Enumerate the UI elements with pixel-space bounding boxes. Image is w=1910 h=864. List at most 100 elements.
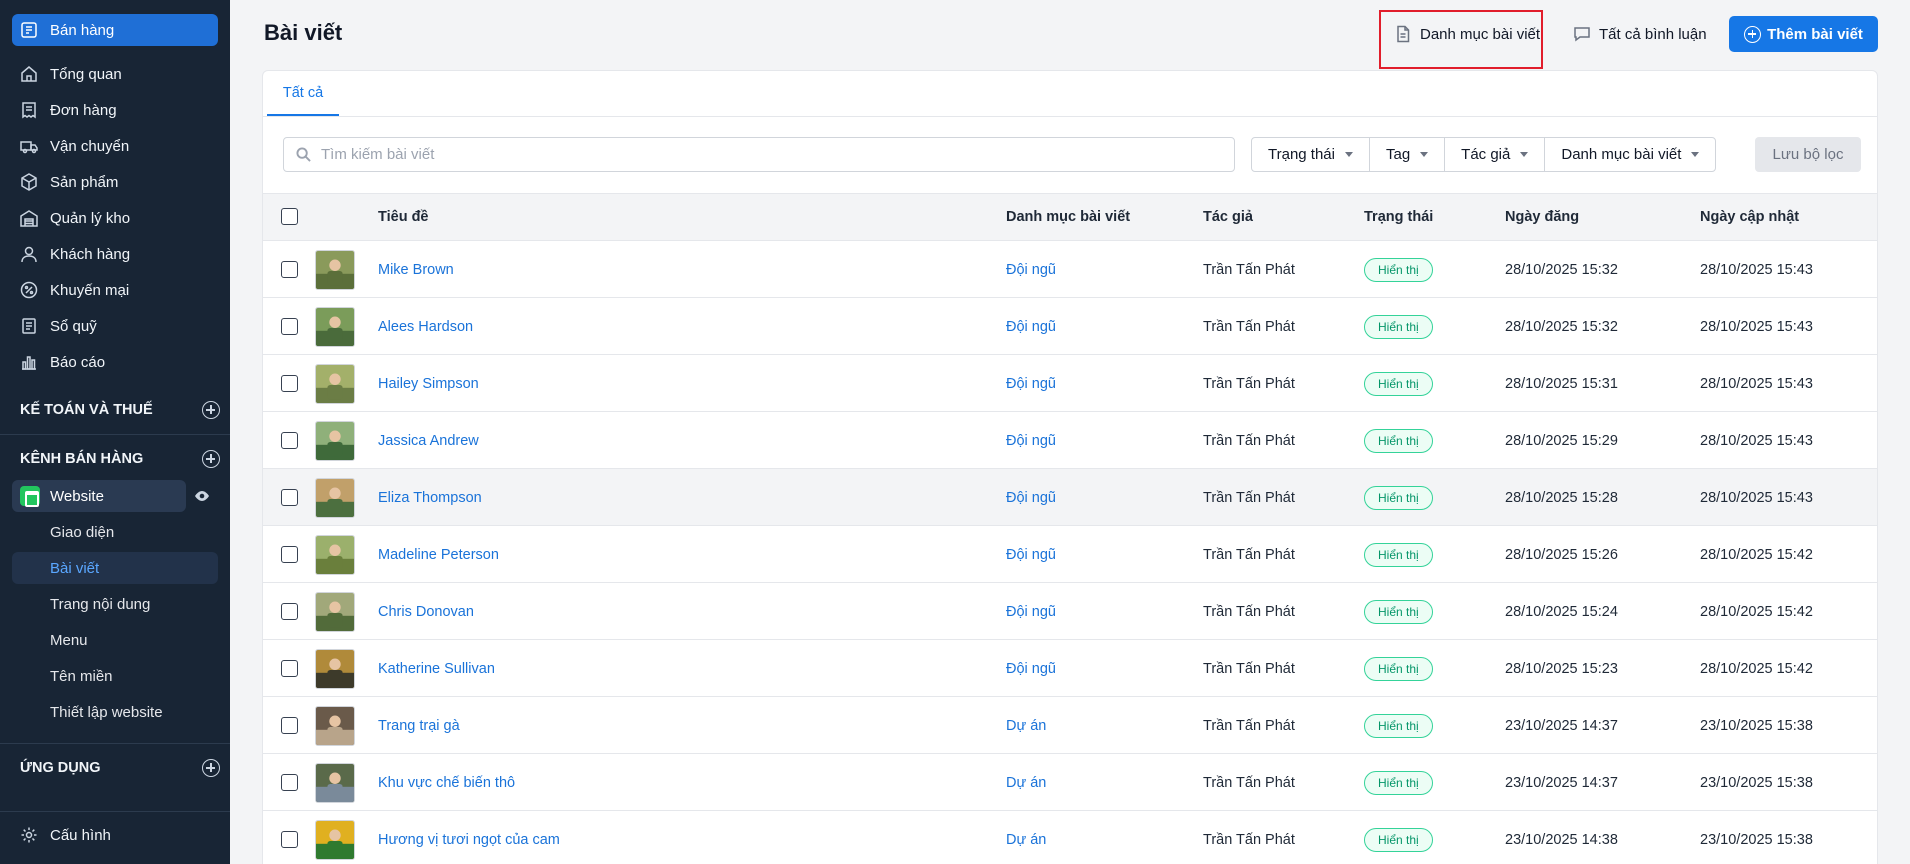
sidebar-item-inventory[interactable]: Quản lý kho xyxy=(12,202,218,234)
article-category-link[interactable]: Đội ngũ xyxy=(1006,298,1056,355)
filter-label: Danh mục bài viết xyxy=(1561,146,1682,163)
table-row[interactable]: Trang trại gà Dự án Trần Tấn Phát Hiển thị 2… xyxy=(263,697,1877,754)
filter-status[interactable]: Trạng thái xyxy=(1252,138,1370,171)
updated-date: 23/10/2025 15:38 xyxy=(1700,831,1813,848)
article-category-link[interactable]: Đội ngũ xyxy=(1006,469,1056,526)
table-row[interactable]: Katherine Sullivan Đội ngũ Trần Tấn Phát Hi… xyxy=(263,640,1877,697)
ledger-icon xyxy=(20,317,38,335)
row-checkbox[interactable] xyxy=(281,318,298,335)
table-row[interactable]: Hương vị tươi ngọt của cam Dự án Trần Tấn … xyxy=(263,811,1877,864)
sidebar-sub-pages[interactable]: Trang nội dung xyxy=(12,588,218,620)
article-title-link[interactable]: Madeline Peterson xyxy=(378,526,499,583)
sidebar-item-reports[interactable]: Báo cáo xyxy=(12,346,218,378)
row-checkbox[interactable] xyxy=(281,375,298,392)
table-row[interactable]: Hailey Simpson Đội ngũ Trần Tấn Phát Hiển t… xyxy=(263,355,1877,412)
table-row[interactable]: Madeline Peterson Đội ngũ Trần Tấn Phát Hiể… xyxy=(263,526,1877,583)
row-checkbox[interactable] xyxy=(281,432,298,449)
updated-date: 28/10/2025 15:43 xyxy=(1700,489,1813,506)
article-category-link[interactable]: Dự án xyxy=(1006,697,1046,754)
sidebar-item-overview[interactable]: Tổng quan xyxy=(12,58,218,90)
sidebar-sub-theme[interactable]: Giao diện xyxy=(12,516,218,548)
table-row[interactable]: Chris Donovan Đội ngũ Trần Tấn Phát Hiển th… xyxy=(263,583,1877,640)
sidebar-sub-website-settings[interactable]: Thiết lập website xyxy=(12,696,218,728)
article-title-link[interactable]: Jassica Andrew xyxy=(378,412,479,469)
divider xyxy=(0,434,230,435)
updated-date: 28/10/2025 15:42 xyxy=(1700,660,1813,677)
sidebar-item-website[interactable]: Website xyxy=(12,480,186,512)
tab-all[interactable]: Tất cả xyxy=(267,71,339,116)
article-title-link[interactable]: Hailey Simpson xyxy=(378,355,479,412)
article-category-link[interactable]: Dự án xyxy=(1006,811,1046,864)
status-cell: Hiển thị xyxy=(1364,469,1433,526)
article-category-link[interactable]: Đội ngũ xyxy=(1006,583,1056,640)
filter-category[interactable]: Danh mục bài viết xyxy=(1545,138,1715,171)
filter-author[interactable]: Tác giả xyxy=(1445,138,1546,171)
add-circle-icon[interactable] xyxy=(202,759,220,777)
sidebar-item-customers[interactable]: Khách hàng xyxy=(12,238,218,270)
published-date: 23/10/2025 14:37 xyxy=(1505,717,1618,734)
search-input[interactable]: Tìm kiếm bài viết xyxy=(283,137,1235,172)
article-category-link[interactable]: Đội ngũ xyxy=(1006,412,1056,469)
sidebar-item-label: Bán hàng xyxy=(50,21,115,39)
table-row[interactable]: Mike Brown Đội ngũ Trần Tấn Phát Hiển thị 28… xyxy=(263,241,1877,298)
article-title-link[interactable]: Trang trại gà xyxy=(378,697,460,754)
article-title-link[interactable]: Hương vị tươi ngọt của cam xyxy=(378,811,560,864)
row-checkbox[interactable] xyxy=(281,603,298,620)
article-category-link[interactable]: Đội ngũ xyxy=(1006,241,1056,298)
column-header-updated[interactable]: Ngày cập nhật xyxy=(1700,194,1799,240)
sidebar-item-products[interactable]: Sản phẩm xyxy=(12,166,218,198)
sidebar-item-shipping[interactable]: Vận chuyển xyxy=(12,130,218,162)
column-header-author[interactable]: Tác giả xyxy=(1203,194,1253,240)
highlight-box xyxy=(1379,10,1543,69)
column-header-category[interactable]: Danh mục bài viết xyxy=(1006,194,1130,240)
sidebar-item-promotions[interactable]: Khuyến mại xyxy=(12,274,218,306)
article-title-link[interactable]: Eliza Thompson xyxy=(378,469,482,526)
row-checkbox[interactable] xyxy=(281,831,298,848)
sidebar-sub-menu[interactable]: Menu xyxy=(12,624,218,656)
article-author: Trần Tấn Phát xyxy=(1203,717,1295,734)
article-title-link[interactable]: Mike Brown xyxy=(378,241,454,298)
row-checkbox[interactable] xyxy=(281,489,298,506)
sidebar-item-cashbook[interactable]: Sổ quỹ xyxy=(12,310,218,342)
article-title-link[interactable]: Khu vực chế biến thô xyxy=(378,754,515,811)
column-header-title[interactable]: Tiêu đề xyxy=(378,194,429,240)
section-sales-channels[interactable]: KÊNH BÁN HÀNG xyxy=(20,450,220,468)
add-circle-icon[interactable] xyxy=(202,401,220,419)
sidebar-item-orders[interactable]: Đơn hàng xyxy=(12,94,218,126)
article-author: Trần Tấn Phát xyxy=(1203,660,1295,677)
article-title-link[interactable]: Alees Hardson xyxy=(378,298,473,355)
add-circle-icon[interactable] xyxy=(202,450,220,468)
section-accounting[interactable]: KẾ TOÁN VÀ THUẾ xyxy=(20,401,220,419)
published-date: 23/10/2025 14:38 xyxy=(1505,831,1618,848)
sidebar-item-sales[interactable]: Bán hàng xyxy=(12,14,218,46)
save-filter-button[interactable]: Lưu bộ lọc xyxy=(1755,137,1861,172)
select-all-checkbox[interactable] xyxy=(281,208,298,225)
table-row[interactable]: Eliza Thompson Đội ngũ Trần Tấn Phát Hiển t… xyxy=(263,469,1877,526)
section-apps[interactable]: ỨNG DỤNG xyxy=(20,759,220,777)
article-category-link[interactable]: Đội ngũ xyxy=(1006,526,1056,583)
column-header-status[interactable]: Trạng thái xyxy=(1364,194,1433,240)
article-category-link[interactable]: Đội ngũ xyxy=(1006,355,1056,412)
articles-card: Tất cả Tìm kiếm bài viết Trạng thái Tag … xyxy=(262,70,1878,864)
table-row[interactable]: Jassica Andrew Đội ngũ Trần Tấn Phát Hiển t… xyxy=(263,412,1877,469)
article-title-link[interactable]: Katherine Sullivan xyxy=(378,640,495,697)
row-checkbox[interactable] xyxy=(281,261,298,278)
sidebar-sub-articles[interactable]: Bài viết xyxy=(12,552,218,584)
eye-icon[interactable] xyxy=(193,488,211,504)
article-category-link[interactable]: Dự án xyxy=(1006,754,1046,811)
table-row[interactable]: Alees Hardson Đội ngũ Trần Tấn Phát Hiển th… xyxy=(263,298,1877,355)
all-comments-button[interactable]: Tất cả bình luận xyxy=(1573,16,1707,52)
status-badge: Hiển thị xyxy=(1364,827,1433,852)
row-checkbox[interactable] xyxy=(281,546,298,563)
table-row[interactable]: Khu vực chế biến thô Dự án Trần Tấn Phát Hi… xyxy=(263,754,1877,811)
sidebar-sub-domains[interactable]: Tên miền xyxy=(12,660,218,692)
row-checkbox[interactable] xyxy=(281,660,298,677)
row-checkbox[interactable] xyxy=(281,717,298,734)
article-category-link[interactable]: Đội ngũ xyxy=(1006,640,1056,697)
add-article-button[interactable]: Thêm bài viết xyxy=(1729,16,1878,52)
row-checkbox[interactable] xyxy=(281,774,298,791)
sidebar-item-settings[interactable]: Cấu hình xyxy=(12,819,218,851)
filter-tag[interactable]: Tag xyxy=(1370,138,1446,171)
column-header-published[interactable]: Ngày đăng xyxy=(1505,194,1579,240)
article-title-link[interactable]: Chris Donovan xyxy=(378,583,474,640)
